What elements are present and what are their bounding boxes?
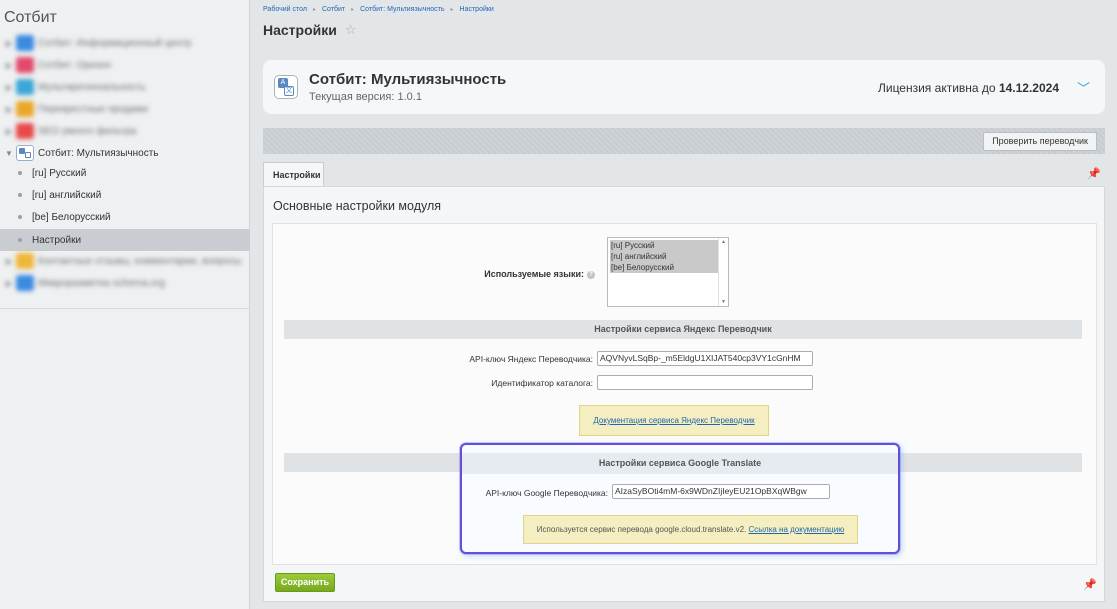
sidebar-item-reviews[interactable]: ▶ Контактные отзывы, комментарии, вопрос…	[0, 250, 250, 272]
sidebar-item-cross-sales[interactable]: ▶ Перекрестные продажи	[0, 98, 250, 120]
bullet-icon	[18, 171, 22, 175]
catalog-id-input[interactable]	[597, 375, 813, 390]
breadcrumb-item[interactable]: Сотбит	[322, 6, 345, 13]
google-doc-link[interactable]: Ссылка на документацию	[749, 525, 845, 534]
breadcrumb-item[interactable]: Сотбит: Мультиязычность	[360, 6, 444, 13]
google-api-label: API-ключ Google Переводчика:	[485, 488, 608, 498]
expand-arrow-icon[interactable]: ▶	[4, 61, 14, 70]
expand-arrow-icon[interactable]: ▶	[4, 279, 14, 288]
module-icon	[16, 275, 34, 291]
translate-icon: A文	[274, 75, 298, 99]
languages-multiselect[interactable]: [ru] Русский [ru] английский [be] Белору…	[607, 237, 729, 307]
google-notice: Используется сервис перевода google.clou…	[523, 515, 858, 544]
breadcrumb-separator-icon: ▸	[312, 7, 316, 13]
sidebar-title: Сотбит	[4, 9, 57, 26]
page-title: Настройки ☆	[263, 22, 357, 38]
language-option[interactable]: [be] Белорусский	[610, 262, 718, 273]
google-section-header: Настройки сервиса Google Translate	[462, 453, 898, 474]
language-option[interactable]: [ru] Русский	[610, 240, 718, 251]
yandex-section-header: Настройки сервиса Яндекс Переводчик	[284, 320, 1082, 339]
expand-arrow-icon[interactable]: ▶	[4, 127, 14, 136]
expand-arrow-icon[interactable]: ▶	[4, 39, 14, 48]
favorite-star-icon[interactable]: ☆	[345, 22, 357, 38]
module-icon	[16, 79, 34, 95]
yandex-api-input[interactable]: AQVNyvLSqBp-_m5EldgU1XIJAT540cp3VY1cGnHM	[597, 351, 813, 366]
expand-arrow-icon[interactable]: ▶	[4, 257, 14, 266]
module-info-card: A文 Сотбит: Мультиязычность Текущая верси…	[263, 60, 1105, 114]
sidebar-subitem-en[interactable]: [ru] английский	[0, 184, 250, 206]
help-icon[interactable]: ?	[587, 270, 595, 279]
catalog-id-label: Идентификатор каталога:	[491, 378, 593, 388]
breadcrumb-separator-icon: ▸	[450, 7, 454, 13]
sidebar-subitem-be[interactable]: [be] Белорусский	[0, 206, 250, 228]
sidebar-item-schema[interactable]: ▶ Микроразметка schema.org	[0, 272, 250, 294]
pin-icon[interactable]: 📌	[1083, 578, 1097, 591]
sidebar-item-info-center[interactable]: ▶ Сотбит: Информационный центр	[0, 32, 250, 54]
license-info: Лицензия активна до 14.12.2024	[877, 81, 1059, 95]
chevron-down-icon[interactable]: ﹀	[1077, 78, 1090, 97]
pin-icon[interactable]: 📌	[1087, 167, 1101, 180]
license-date: 14.12.2024	[998, 81, 1059, 95]
sidebar-item-orizon[interactable]: ▶ Сотбит: Оризон	[0, 54, 250, 76]
expand-arrow-icon[interactable]: ▶	[4, 83, 14, 92]
yandex-doc-link[interactable]: Документация сервиса Яндекс Переводчик	[593, 416, 754, 425]
expand-arrow-icon[interactable]: ▶	[4, 105, 14, 114]
bullet-icon	[18, 238, 22, 242]
collapse-arrow-icon[interactable]: ▼	[4, 149, 14, 158]
section-title: Основные настройки модуля	[273, 199, 442, 213]
breadcrumb-separator-icon: ▸	[351, 7, 355, 13]
module-icon	[16, 253, 34, 269]
sidebar-subitem-settings[interactable]: Настройки	[0, 229, 250, 251]
yandex-api-label: API-ключ Яндекс Переводчика:	[469, 354, 593, 364]
translate-icon	[16, 145, 34, 161]
module-name: Сотбит: Мультиязычность	[309, 71, 507, 88]
module-icon	[16, 101, 34, 117]
scroll-down-icon[interactable]: ▼	[721, 299, 726, 305]
google-api-input[interactable]: AIzaSyBOti4mM-6x9WDnZIjIeyEU21OpBXqWBgw	[612, 484, 830, 499]
module-icon	[16, 35, 34, 51]
sidebar-subitem-ru[interactable]: [ru] Русский	[0, 162, 250, 184]
breadcrumb: Рабочий стол ▸ Сотбит ▸ Сотбит: Мультияз…	[263, 6, 494, 13]
tab-settings[interactable]: Настройки	[263, 162, 324, 186]
breadcrumb-item[interactable]: Рабочий стол	[263, 6, 307, 13]
bullet-icon	[18, 215, 22, 219]
breadcrumb-item[interactable]: Настройки	[460, 6, 494, 13]
scroll-up-icon[interactable]: ▲	[721, 239, 726, 245]
language-option[interactable]: [ru] английский	[610, 251, 718, 262]
module-icon	[16, 57, 34, 73]
sidebar-item-multilang[interactable]: ▼ Сотбит: Мультиязычность	[0, 142, 250, 164]
check-translator-button[interactable]: Проверить переводчик	[983, 132, 1097, 151]
tab-row: Настройки 📌	[263, 162, 1105, 186]
module-icon	[16, 123, 34, 139]
sidebar-item-seo-filter[interactable]: ▶ SEO умного фильтра	[0, 120, 250, 142]
yandex-doc-notice: Документация сервиса Яндекс Переводчик	[579, 405, 769, 436]
scrollbar[interactable]: ▲ ▼	[718, 238, 728, 306]
google-settings-highlight: Настройки сервиса Google Translate API-к…	[460, 443, 900, 554]
sidebar: Сотбит ▶ Сотбит: Информационный центр ▶ …	[0, 0, 250, 609]
module-version: Текущая версия: 1.0.1	[309, 91, 422, 103]
toolbar: Проверить переводчик	[263, 128, 1105, 154]
sidebar-divider	[0, 308, 250, 309]
save-button[interactable]: Сохранить	[275, 573, 335, 592]
bullet-icon	[18, 193, 22, 197]
sidebar-item-multiregion[interactable]: ▶ Мультирегиональность	[0, 76, 250, 98]
languages-label: Используемые языки:?	[273, 269, 595, 279]
